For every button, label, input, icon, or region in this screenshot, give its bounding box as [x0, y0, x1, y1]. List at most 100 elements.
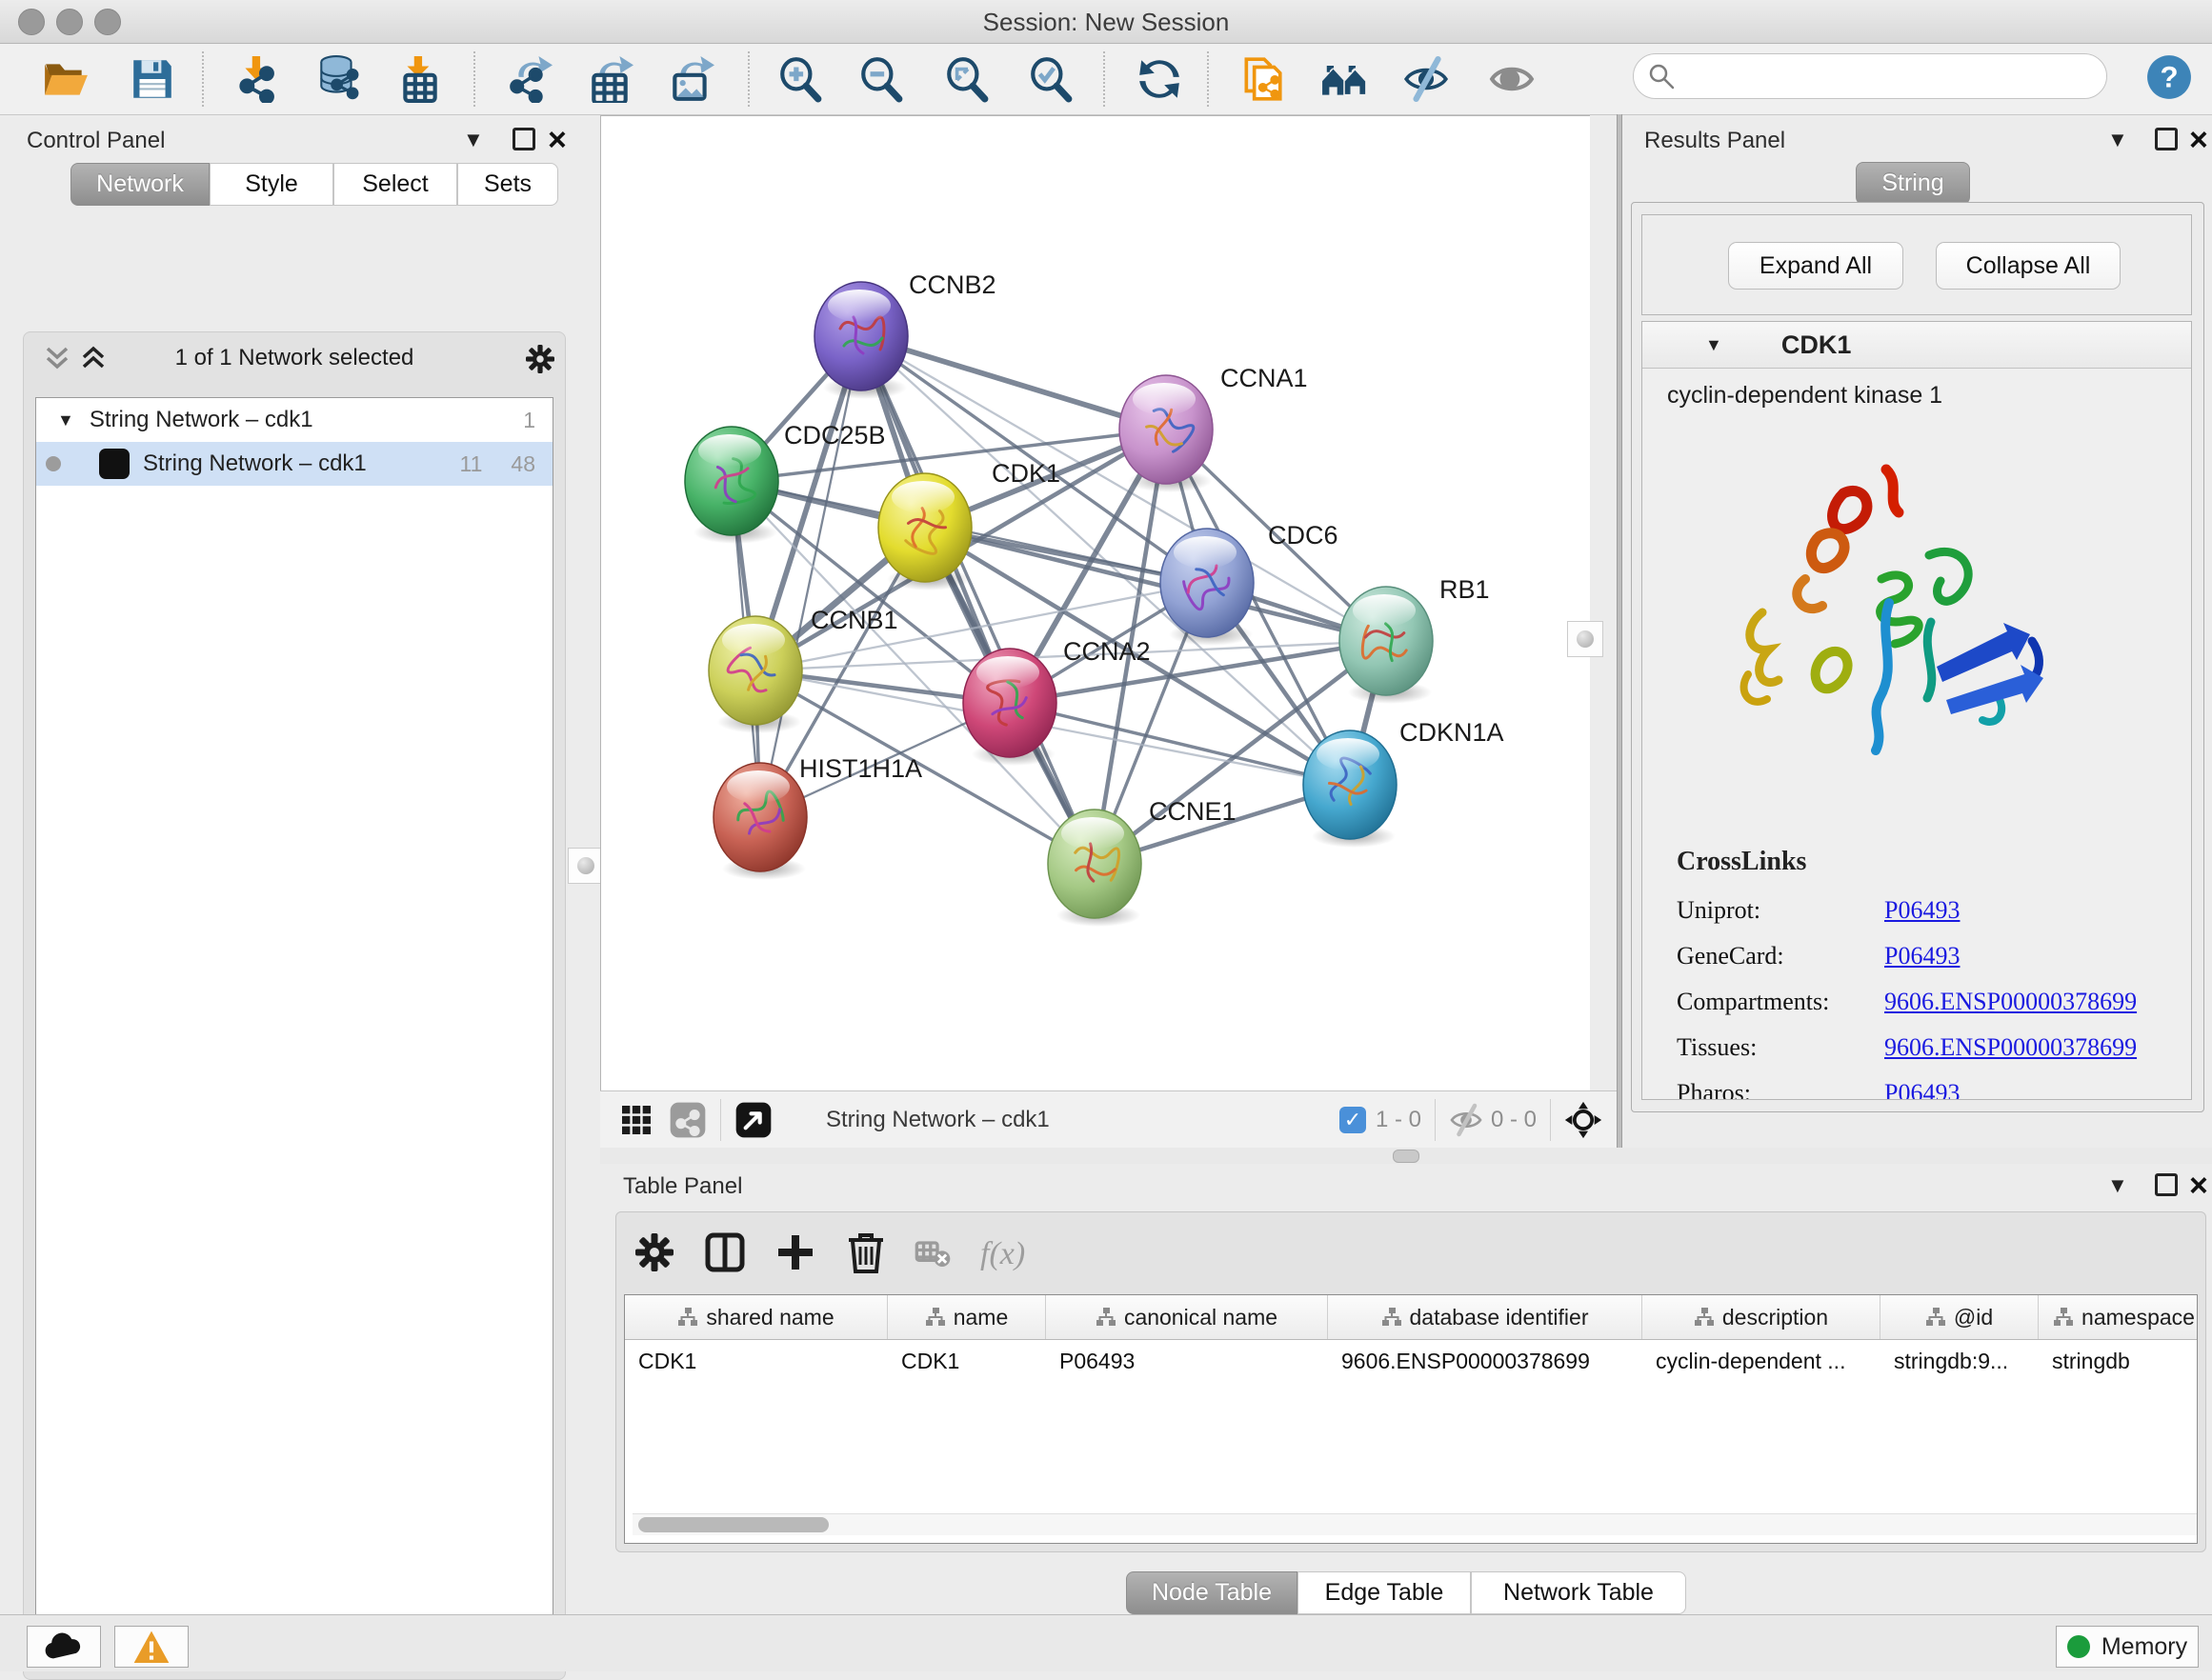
table-row[interactable]: CDK1CDK1P064939606.ENSP00000378699cyclin… [625, 1340, 2197, 1382]
table-cell[interactable]: stringdb [2039, 1340, 2198, 1382]
network-node-HIST1H1A[interactable]: HIST1H1A [714, 754, 922, 880]
network-tree: ▼ String Network – cdk1 1 String Network… [35, 397, 553, 1668]
save-session-icon[interactable] [129, 55, 176, 103]
table-cell[interactable]: cyclin-dependent ... [1642, 1340, 1880, 1382]
tab-network-table[interactable]: Network Table [1471, 1571, 1686, 1614]
import-table-icon[interactable] [396, 55, 444, 103]
results-panel-close-icon[interactable]: × [2189, 128, 2208, 153]
search-box[interactable] [1633, 53, 2107, 99]
table-options-gear-icon[interactable] [632, 1230, 677, 1275]
crosslink-link[interactable]: 9606.ENSP00000378699 [1884, 1033, 2137, 1062]
birds-eye-view-icon[interactable] [734, 1101, 773, 1139]
crosslink-link[interactable]: P06493 [1884, 1079, 1960, 1100]
table-container: f(x) shared namenamecanonical namedataba… [615, 1211, 2206, 1552]
fit-selected-icon[interactable] [1564, 1101, 1602, 1139]
zoom-in-icon[interactable] [776, 55, 824, 103]
tab-node-table[interactable]: Node Table [1126, 1571, 1297, 1614]
crosslinks-list: Uniprot:P06493GeneCard:P06493Compartment… [1677, 896, 2191, 1100]
column-header-database-identifier[interactable]: database identifier [1328, 1295, 1642, 1339]
refresh-icon[interactable] [1136, 55, 1183, 103]
column-header-@id[interactable]: @id [1880, 1295, 2039, 1339]
table-cell[interactable]: P06493 [1046, 1340, 1328, 1382]
network-node-CDK1[interactable]: CDK1 [878, 459, 1060, 590]
table-panel-float-icon[interactable] [2155, 1173, 2178, 1196]
help-icon[interactable]: ? [2145, 53, 2193, 101]
control-panel-close-icon[interactable]: × [548, 128, 567, 153]
cloud-button[interactable] [27, 1626, 101, 1668]
add-column-icon[interactable] [773, 1230, 818, 1275]
hide-selected-icon[interactable] [1402, 55, 1450, 103]
network-row[interactable]: String Network – cdk1 11 48 [36, 442, 553, 486]
network-tab-container: 1 of 1 Network selected ▼ String Network… [23, 331, 566, 1680]
column-header-name[interactable]: name [888, 1295, 1046, 1339]
right-splitter-handle[interactable] [1567, 621, 1603, 657]
fit-content-icon[interactable] [943, 55, 991, 103]
table-cell[interactable]: stringdb:9... [1880, 1340, 2039, 1382]
left-splitter-handle[interactable] [568, 848, 604, 884]
column-header-canonical-name[interactable]: canonical name [1046, 1295, 1328, 1339]
table-cell[interactable]: CDK1 [888, 1340, 1046, 1382]
table-cell[interactable]: CDK1 [625, 1340, 888, 1382]
network-node-CDC6[interactable]: CDC6 [1160, 521, 1338, 646]
import-network-icon[interactable] [234, 55, 282, 103]
export-image-icon[interactable] [667, 55, 714, 103]
crosslink-link[interactable]: 9606.ENSP00000378699 [1884, 988, 2137, 1016]
tab-string[interactable]: String [1856, 162, 1970, 205]
network-edge[interactable] [760, 336, 861, 817]
column-header-shared-name[interactable]: shared name [625, 1295, 888, 1339]
table-hscrollbar-thumb[interactable] [638, 1517, 829, 1532]
tab-edge-table[interactable]: Edge Table [1297, 1571, 1471, 1614]
warning-button[interactable] [114, 1626, 189, 1668]
network-collection-row[interactable]: ▼ String Network – cdk1 1 [36, 398, 553, 442]
table-panel-collapse-icon[interactable]: ▼ [2107, 1175, 2128, 1196]
expand-all-button[interactable]: Expand All [1728, 242, 1903, 290]
control-panel-collapse-icon[interactable]: ▼ [463, 130, 484, 150]
tab-style[interactable]: Style [210, 163, 333, 206]
network-node-CCNE1[interactable]: CCNE1 [1048, 797, 1237, 927]
results-panel-collapse-icon[interactable]: ▼ [2107, 130, 2128, 150]
horizontal-splitter-handle[interactable] [1393, 1150, 1419, 1163]
node-label: CDC6 [1268, 521, 1338, 550]
network-options-gear-icon[interactable] [523, 342, 557, 376]
network-node-CCNB2[interactable]: CCNB2 [814, 270, 996, 399]
control-panel-float-icon[interactable] [513, 128, 535, 150]
memory-button[interactable]: Memory [2056, 1626, 2199, 1668]
view-grid-icon[interactable] [617, 1101, 655, 1139]
collapse-all-button[interactable]: Collapse All [1936, 242, 2121, 290]
network-node-CCNB1[interactable]: CCNB1 [709, 606, 898, 733]
first-neighbors-icon[interactable] [1320, 55, 1368, 103]
show-all-icon[interactable] [1488, 55, 1536, 103]
column-header-description[interactable]: description [1642, 1295, 1880, 1339]
table-panel-close-icon[interactable]: × [2189, 1173, 2208, 1199]
crosslink-link[interactable]: P06493 [1884, 896, 1960, 925]
tab-network[interactable]: Network [70, 163, 210, 206]
open-file-icon[interactable] [42, 55, 90, 103]
selected-nodes-checkbox[interactable]: ✓ [1339, 1107, 1366, 1133]
network-node-CDKN1A[interactable]: CDKN1A [1303, 718, 1504, 848]
copy-style-icon[interactable] [1238, 55, 1286, 103]
tab-sets[interactable]: Sets [457, 163, 558, 206]
export-table-icon[interactable] [586, 55, 633, 103]
node-label: CDK1 [992, 459, 1060, 488]
crosslink-link[interactable]: P06493 [1884, 942, 1960, 970]
show-columns-icon[interactable] [702, 1230, 748, 1275]
network-edge[interactable] [861, 336, 1095, 864]
network-canvas[interactable]: CCNB2CCNA1CDC25BCDK1CDC6RB1CCNB1CCNA2CDK… [600, 115, 1590, 1091]
network-node-RB1[interactable]: RB1 [1339, 575, 1490, 704]
table-hscrollbar[interactable] [633, 1513, 2198, 1535]
hidden-items-icon[interactable] [1449, 1103, 1483, 1137]
entry-expander-icon[interactable]: ▼ [1705, 335, 1722, 355]
column-header-namespace[interactable]: namespace [2039, 1295, 2198, 1339]
export-network-icon[interactable] [505, 55, 553, 103]
results-panel-float-icon[interactable] [2155, 128, 2178, 150]
tab-select[interactable]: Select [333, 163, 457, 206]
view-share-icon[interactable] [669, 1101, 707, 1139]
zoom-out-icon[interactable] [857, 55, 905, 103]
delete-column-icon[interactable] [843, 1230, 889, 1275]
import-network-from-database-icon[interactable] [314, 55, 362, 103]
collection-expander-icon[interactable]: ▼ [57, 410, 74, 430]
node-entry-header[interactable]: ▼ CDK1 [1642, 322, 2191, 369]
zoom-selected-icon[interactable] [1027, 55, 1075, 103]
search-input[interactable] [1683, 62, 2106, 90]
table-cell[interactable]: 9606.ENSP00000378699 [1328, 1340, 1642, 1382]
